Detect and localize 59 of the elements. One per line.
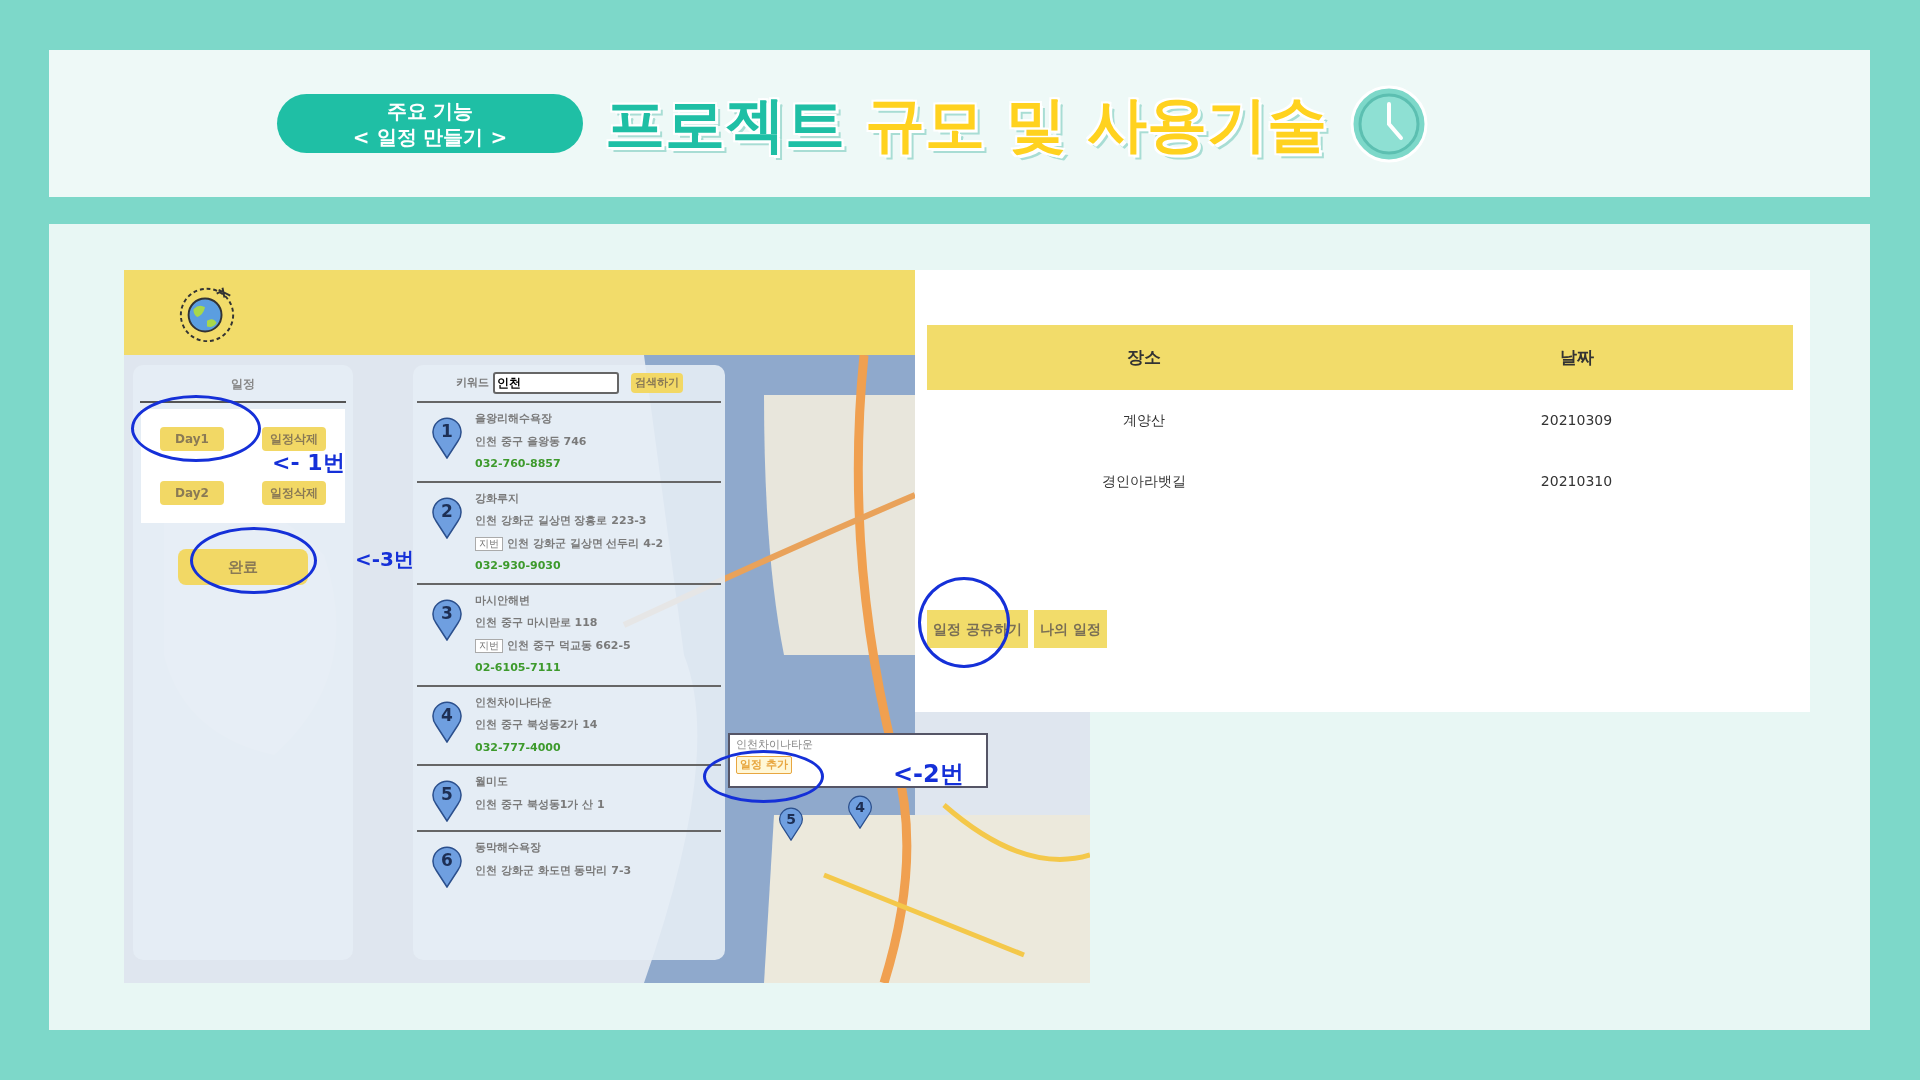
app-button[interactable]: 검색하기 <box>630 373 683 393</box>
place-name: 인천차이나타운 <box>475 694 553 711</box>
place-name: 동막해수욕장 <box>475 840 542 856</box>
place-address: 인천 강화군 화도면 동막리 7-3 <box>475 862 632 879</box>
map-pin: 2 <box>431 496 463 539</box>
table-cell-text: 20210309 <box>1539 411 1614 430</box>
lot-address: 인천 중구 덕교동 662-5 <box>507 637 631 654</box>
place-address: 인천 중구 북성동2가 14 <box>475 717 598 733</box>
place-name: 을왕리해수욕장 <box>475 411 553 427</box>
phone-number: 02-6105-7111 <box>475 660 562 676</box>
map-pin: 6 <box>431 846 463 888</box>
panel-title: 일정 <box>231 376 255 393</box>
result-item[interactable]: 5 월미도 인천 중구 북성동1가 산 1 <box>417 764 721 830</box>
place-address: 인천 강화군 길상면 장흥로 223-3 <box>475 513 648 529</box>
map-pin: 1 <box>431 417 463 459</box>
lot-tag: 지번 <box>475 536 503 551</box>
app-button[interactable]: 일정삭제 <box>262 427 326 451</box>
keyword-label: 키워드 <box>455 374 489 391</box>
slide-title: 규모 및 사용기술 <box>865 87 1327 161</box>
app-button[interactable]: Day1 <box>160 427 224 451</box>
table-cell-text: 경인아라뱃길 <box>1100 472 1187 491</box>
app-button[interactable]: 일정삭제 <box>262 481 326 505</box>
table-cell-text: 계양산 <box>1121 411 1166 430</box>
place-name: 강화루지 <box>475 490 520 507</box>
popup-title: 인천차이나타운 <box>736 737 814 753</box>
map-pin: 5 <box>778 807 804 841</box>
app-button[interactable]: 완료 <box>178 549 308 585</box>
place-name: 마시안해변 <box>475 592 531 609</box>
annotation-label: <- 1번 <box>272 452 345 474</box>
result-item[interactable]: 6 동막해수욕장 인천 강화군 화도면 동막리 7-3 <box>417 830 721 896</box>
place-address: 인천 중구 을왕동 746 <box>475 433 587 450</box>
place-address: 인천 중구 북성동1가 산 1 <box>475 796 605 813</box>
keyword-input[interactable]: 인천 <box>492 372 619 394</box>
result-item[interactable]: 1 을왕리해수욕장 인천 중구 을왕동 746 032-760-8857 <box>417 401 721 481</box>
map-pin: 3 <box>431 598 463 641</box>
annotation-label: <-2번 <box>893 762 964 786</box>
clock-icon <box>1348 83 1429 164</box>
map-pin: 5 <box>431 780 463 822</box>
lot-tag: 지번 <box>475 638 503 653</box>
slide-title: 프로젝트 <box>605 87 845 161</box>
map-pin: 4 <box>847 795 873 829</box>
phone-number: 032-777-4000 <box>475 739 562 756</box>
result-item[interactable]: 3 마시안해변 인천 중구 마시란로 118 지번 인천 중구 덕교동 662-5 02-6105-7111 <box>417 582 721 685</box>
column-header: 날짜 <box>1558 345 1595 369</box>
feature-badge: 주요 기능 < 일정 만들기 > <box>277 94 583 153</box>
lot-address: 인천 강화군 길상면 선두리 4-2 <box>507 535 664 552</box>
place-name: 월미도 <box>475 774 509 790</box>
place-address: 인천 중구 마시란로 118 <box>475 615 599 631</box>
app-button[interactable]: Day2 <box>160 481 224 505</box>
phone-number: 032-760-8857 <box>475 456 562 472</box>
table-cell-text: 20210310 <box>1539 472 1614 491</box>
phone-number: 032-930-9030 <box>475 558 562 574</box>
annotation-label: <-3번 <box>355 549 414 569</box>
result-item[interactable]: 2 강화루지 인천 강화군 길상면 장흥로 223-3 지번 인천 강화군 길상면 선두리 4-2 032-930-9030 <box>417 480 721 583</box>
result-item[interactable]: 4 인천차이나타운 인천 중구 북성동2가 14 032-777-4000 <box>417 684 721 764</box>
add-schedule-button[interactable]: 일정 추가 <box>736 755 792 774</box>
map-pin: 4 <box>431 700 463 743</box>
action-button[interactable]: 나의 일정 <box>1033 610 1107 648</box>
column-header: 장소 <box>1125 345 1162 369</box>
